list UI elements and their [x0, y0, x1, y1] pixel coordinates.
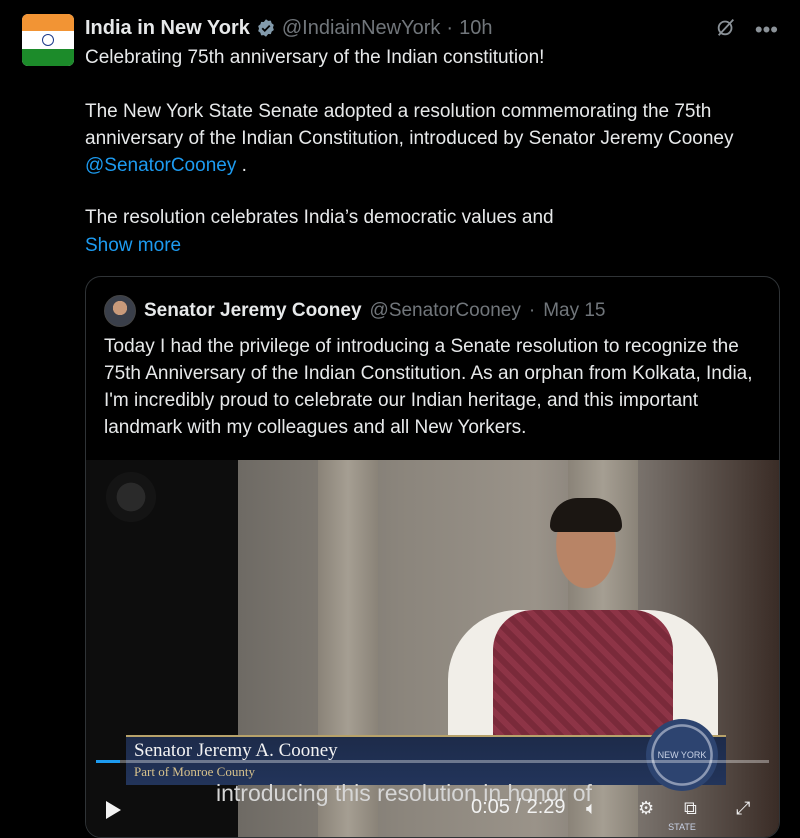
paragraph2-text: The New York State Senate adopted a reso…	[85, 101, 734, 149]
pip-icon[interactable]: ⧉	[684, 798, 697, 819]
separator-dot: ·	[446, 16, 454, 39]
mention-link[interactable]: @SenatorCooney	[85, 155, 236, 176]
flag-white-band	[22, 31, 74, 49]
play-icon[interactable]	[104, 800, 122, 825]
quoted-handle[interactable]: @SenatorCooney	[370, 300, 521, 322]
quoted-display-name[interactable]: Senator Jeremy Cooney	[144, 300, 362, 322]
account-avatar[interactable]	[22, 14, 74, 66]
tweet-text-paragraph3: The resolution celebrates India’s democr…	[85, 207, 554, 228]
timestamp[interactable]: 10h	[459, 17, 492, 40]
show-more-link[interactable]: Show more	[85, 232, 780, 259]
ashoka-chakra-icon	[42, 33, 54, 46]
speaker-hair	[550, 498, 622, 532]
fullscreen-icon[interactable]: ⤢	[736, 798, 750, 819]
quoted-tweet-header: Senator Jeremy Cooney @SenatorCooney · M…	[104, 295, 606, 327]
display-name[interactable]: India in New York	[85, 17, 250, 40]
flag-saffron-band	[22, 14, 74, 32]
quoted-tweet[interactable]: Senator Jeremy Cooney @SenatorCooney · M…	[85, 276, 780, 838]
video-player[interactable]: Senator Jeremy A. Cooney Part of Monroe …	[86, 460, 779, 837]
tweet-actions-top: •••	[715, 16, 778, 44]
mute-icon[interactable]: 🔈︎	[586, 798, 597, 819]
settings-icon[interactable]: ⚙︎	[638, 798, 654, 819]
quoted-date[interactable]: May 15	[543, 300, 605, 322]
video-progress-bar[interactable]	[96, 760, 769, 763]
paragraph2-end: .	[236, 155, 247, 176]
tweet-header: India in New York @IndiainNewYork · 10h	[85, 14, 492, 42]
quoted-separator-dot: ·	[528, 300, 536, 321]
more-icon[interactable]: •••	[755, 17, 778, 43]
quoted-avatar[interactable]	[104, 295, 136, 327]
ny-state-seal-icon: NEW YORK STATE	[646, 719, 718, 832]
lower-third-name: Senator Jeremy A. Cooney	[134, 740, 338, 761]
tweet-text-paragraph2: The New York State Senate adopted a reso…	[85, 98, 780, 179]
video-progress-fill	[96, 760, 120, 763]
verified-badge-icon	[256, 18, 276, 38]
quoted-tweet-text: Today I had the privilege of introducing…	[104, 336, 753, 438]
video-time: 0:05 / 2:29	[471, 796, 566, 818]
speaker-vest	[493, 610, 673, 740]
video-controls: 0:05 / 2:29 🔈︎ ⚙︎ ⧉ ⤢	[86, 790, 779, 837]
tweet-text-line1: Celebrating 75th anniversary of the Indi…	[85, 47, 545, 68]
flag-green-band	[22, 48, 74, 66]
grok-icon[interactable]	[715, 16, 737, 44]
lower-third-subtitle: Part of Monroe County	[134, 764, 255, 779]
senate-seal-icon	[106, 472, 156, 522]
handle[interactable]: @IndiainNewYork	[282, 17, 441, 40]
